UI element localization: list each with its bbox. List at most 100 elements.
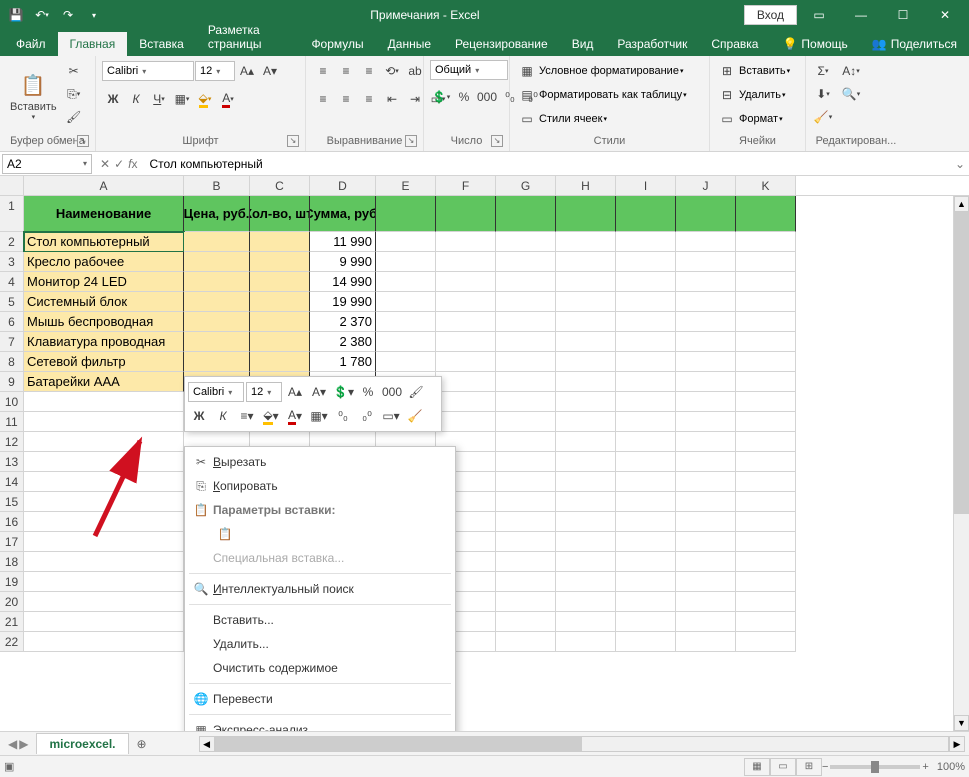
- mini-font-combo[interactable]: Calibri▾: [188, 382, 244, 402]
- maximize-icon[interactable]: ☐: [883, 0, 923, 30]
- save-icon[interactable]: 💾: [4, 3, 28, 27]
- cell[interactable]: 2 370: [310, 312, 376, 332]
- cell[interactable]: 19 990: [310, 292, 376, 312]
- mini-size-combo[interactable]: 12▾: [246, 382, 282, 402]
- cell[interactable]: [376, 332, 436, 352]
- mini-align-icon[interactable]: ≡▾: [236, 405, 258, 427]
- cell[interactable]: 1 780: [310, 352, 376, 372]
- mini-italic-button[interactable]: К: [212, 405, 234, 427]
- zoom-in-button[interactable]: +: [922, 761, 928, 773]
- bold-button[interactable]: Ж: [102, 88, 124, 110]
- font-name-combo[interactable]: Calibri▾: [102, 61, 194, 81]
- cell[interactable]: [250, 352, 310, 372]
- insert-cells-button[interactable]: ⊞Вставить▾: [716, 60, 790, 82]
- cell[interactable]: 9 990: [310, 252, 376, 272]
- cell[interactable]: [676, 196, 736, 232]
- cell[interactable]: [436, 412, 496, 432]
- page-break-view-icon[interactable]: ⊞: [796, 758, 822, 776]
- cell[interactable]: [676, 612, 736, 632]
- cell[interactable]: [736, 592, 796, 612]
- cell[interactable]: [24, 472, 184, 492]
- comma-icon[interactable]: 000: [476, 86, 498, 108]
- qat-customize-icon[interactable]: ▾: [82, 3, 106, 27]
- cell[interactable]: Сумма, руб.: [310, 196, 376, 232]
- cell[interactable]: [676, 432, 736, 452]
- mini-comma-icon[interactable]: 000: [381, 381, 403, 403]
- new-sheet-button[interactable]: ⊕: [129, 737, 155, 751]
- increase-indent-icon[interactable]: ⇥: [404, 88, 426, 110]
- cell[interactable]: [376, 292, 436, 312]
- select-all-corner[interactable]: [0, 176, 24, 195]
- align-center-icon[interactable]: ≡: [335, 88, 357, 110]
- cell[interactable]: [676, 272, 736, 292]
- name-box[interactable]: A2▾: [2, 154, 92, 174]
- row-header[interactable]: 1: [0, 196, 24, 232]
- cell[interactable]: [616, 512, 676, 532]
- cell[interactable]: [556, 412, 616, 432]
- align-middle-icon[interactable]: ≡: [335, 60, 357, 82]
- cell[interactable]: [496, 492, 556, 512]
- cell[interactable]: [676, 492, 736, 512]
- cell[interactable]: [250, 252, 310, 272]
- cell[interactable]: [184, 252, 250, 272]
- cell[interactable]: [616, 632, 676, 652]
- border-icon[interactable]: ▦▾: [171, 88, 193, 110]
- cell[interactable]: [24, 492, 184, 512]
- mini-font-color-icon[interactable]: A▾: [284, 405, 306, 427]
- fill-color-icon[interactable]: ⬙▾: [194, 88, 216, 110]
- tab-home[interactable]: Главная: [58, 32, 128, 56]
- cell-styles-button[interactable]: ▭Стили ячеек▾: [516, 108, 607, 130]
- cell[interactable]: [736, 392, 796, 412]
- cell[interactable]: [184, 272, 250, 292]
- cell[interactable]: [496, 532, 556, 552]
- cell[interactable]: [496, 372, 556, 392]
- page-layout-view-icon[interactable]: ▭: [770, 758, 796, 776]
- cell[interactable]: [676, 472, 736, 492]
- autosum-icon[interactable]: Σ▾: [812, 60, 834, 82]
- cell[interactable]: [736, 492, 796, 512]
- cell[interactable]: [616, 392, 676, 412]
- cell[interactable]: [496, 592, 556, 612]
- cell[interactable]: [556, 196, 616, 232]
- cell[interactable]: [736, 312, 796, 332]
- cell[interactable]: [496, 512, 556, 532]
- cell[interactable]: [184, 232, 250, 252]
- cell[interactable]: [24, 392, 184, 412]
- tab-formulas[interactable]: Формулы: [299, 32, 375, 56]
- cell[interactable]: [736, 632, 796, 652]
- align-bottom-icon[interactable]: ≡: [358, 60, 380, 82]
- cell[interactable]: [556, 272, 616, 292]
- tab-data[interactable]: Данные: [376, 32, 443, 56]
- minimize-icon[interactable]: —: [841, 0, 881, 30]
- decrease-indent-icon[interactable]: ⇤: [381, 88, 403, 110]
- cell[interactable]: [556, 432, 616, 452]
- cell[interactable]: [556, 372, 616, 392]
- mini-increase-font-icon[interactable]: A▴: [284, 381, 306, 403]
- cell[interactable]: [24, 572, 184, 592]
- row-header[interactable]: 20: [0, 592, 24, 612]
- cell[interactable]: Стол компьютерный: [24, 232, 184, 252]
- cell[interactable]: [616, 232, 676, 252]
- sheet-nav-prev-icon[interactable]: ◀: [8, 737, 17, 751]
- row-header[interactable]: 8: [0, 352, 24, 372]
- cell[interactable]: [436, 292, 496, 312]
- tab-view[interactable]: Вид: [560, 32, 606, 56]
- cell[interactable]: [556, 592, 616, 612]
- tab-insert[interactable]: Вставка: [127, 32, 196, 56]
- cell[interactable]: Наименование: [24, 196, 184, 232]
- cell[interactable]: [496, 632, 556, 652]
- cell[interactable]: [736, 572, 796, 592]
- undo-icon[interactable]: ↶▾: [30, 3, 54, 27]
- cell[interactable]: Сетевой фильтр: [24, 352, 184, 372]
- cell[interactable]: [676, 312, 736, 332]
- cell[interactable]: Цена, руб.: [184, 196, 250, 232]
- ctx-smart-lookup[interactable]: 🔍Интеллектуальный поиск: [185, 577, 455, 601]
- mini-dec-decimal-icon[interactable]: ₀⁰: [356, 405, 378, 427]
- tab-file[interactable]: Файл: [4, 32, 58, 56]
- paste-button[interactable]: 📋Вставить▾: [6, 60, 61, 130]
- cell[interactable]: Кол-во, шт.: [250, 196, 310, 232]
- cell[interactable]: [250, 292, 310, 312]
- cell[interactable]: Батарейки ААА: [24, 372, 184, 392]
- cell[interactable]: [436, 252, 496, 272]
- copy-icon[interactable]: ⎘▾: [63, 83, 85, 105]
